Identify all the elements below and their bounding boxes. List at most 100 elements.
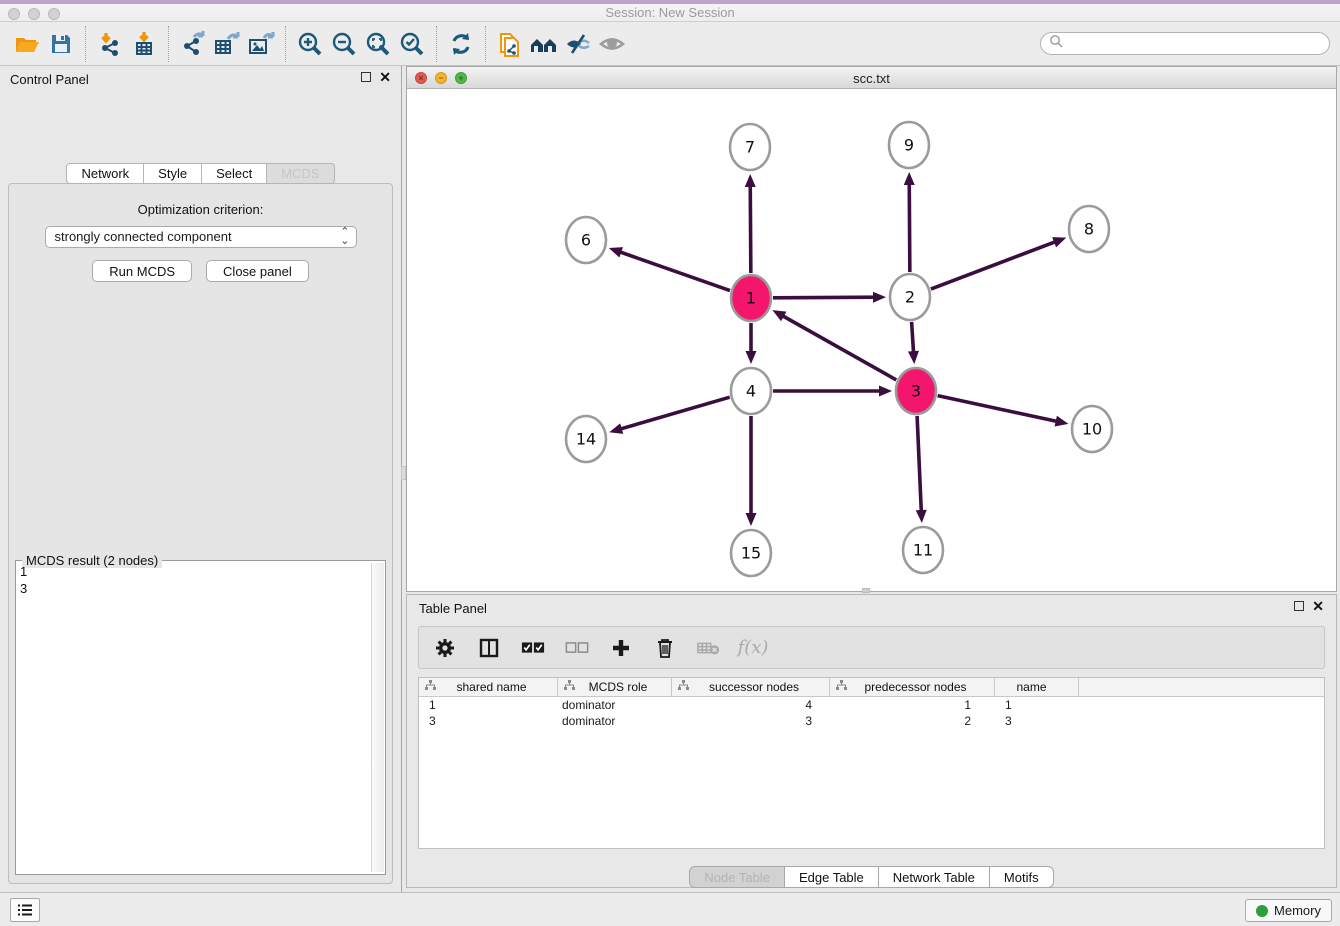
network-view-titlebar[interactable]: × − + scc.txt	[407, 67, 1336, 89]
edge-arrowhead	[879, 386, 892, 397]
horizontal-splitter-handle[interactable]	[862, 588, 870, 593]
tab-network[interactable]: Network	[66, 163, 144, 184]
zoom-out-icon[interactable]	[327, 27, 361, 61]
delete-table-icon[interactable]	[697, 636, 721, 660]
edge-3-11[interactable]	[917, 416, 921, 513]
search-input[interactable]	[1067, 36, 1321, 51]
clone-network-icon[interactable]	[493, 27, 527, 61]
edge-3-1[interactable]	[781, 315, 896, 380]
export-image-icon[interactable]	[244, 27, 278, 61]
edge-3-10[interactable]	[938, 396, 1059, 422]
select-all-icon[interactable]	[521, 636, 545, 660]
edge-arrowhead	[873, 292, 886, 303]
tab-motifs[interactable]: Motifs	[990, 866, 1054, 888]
edge-1-6[interactable]	[618, 251, 730, 290]
function-builder-icon[interactable]: f(x)	[741, 636, 765, 660]
float-panel-icon[interactable]	[361, 72, 371, 82]
graph-node-label: 3	[911, 382, 921, 401]
export-table-icon[interactable]	[210, 27, 244, 61]
graph-node-label: 14	[576, 430, 596, 449]
edge-2-3[interactable]	[912, 322, 914, 354]
graph-node-label: 2	[905, 288, 915, 307]
mcds-result-group: MCDS result (2 nodes) 1 3	[15, 560, 386, 875]
save-session-icon[interactable]	[44, 27, 78, 61]
hierarchy-icon	[564, 680, 575, 694]
hierarchy-icon	[678, 680, 689, 694]
first-neighbors-icon[interactable]	[527, 27, 561, 61]
column-header-shared-name[interactable]: shared name	[419, 678, 558, 696]
edge-1-7[interactable]	[750, 184, 751, 273]
selected-criterion: strongly connected component	[55, 229, 232, 244]
table-row[interactable]: 1dominator411	[419, 697, 1324, 713]
window-title: Session: New Session	[0, 5, 1340, 20]
node-table-header: shared name MCDS rolesuccessor nodes prede…	[419, 678, 1324, 697]
toolbar-search[interactable]	[1040, 32, 1330, 55]
edge-2-8[interactable]	[931, 241, 1057, 289]
refresh-icon[interactable]	[444, 27, 478, 61]
edge-4-14[interactable]	[619, 397, 730, 429]
tab-select[interactable]: Select	[202, 163, 267, 184]
main-toolbar	[0, 22, 1340, 66]
node-table[interactable]: shared name MCDS rolesuccessor nodes prede…	[418, 677, 1325, 849]
column-layout-icon[interactable]	[477, 636, 501, 660]
memory-button[interactable]: Memory	[1245, 899, 1332, 922]
tab-edge-table[interactable]: Edge Table	[785, 866, 879, 888]
add-column-icon[interactable]	[609, 636, 633, 660]
close-panel-button[interactable]: Close panel	[206, 260, 309, 282]
edge-arrowhead	[908, 351, 919, 364]
zoom-fit-icon[interactable]	[361, 27, 395, 61]
table-cell: 4	[672, 698, 830, 712]
graph-node-label: 6	[581, 231, 591, 250]
delete-column-icon[interactable]	[653, 636, 677, 660]
graph-node-label: 7	[745, 138, 755, 157]
network-canvas[interactable]: 1234678910111415	[407, 89, 1336, 591]
column-header-label: MCDS role	[575, 680, 671, 694]
column-header-MCDS-role[interactable]: MCDS role	[558, 678, 672, 696]
tab-style[interactable]: Style	[144, 163, 202, 184]
list-icon	[17, 903, 33, 917]
table-row[interactable]: 3dominator323	[419, 713, 1324, 729]
column-header-label: predecessor nodes	[847, 680, 994, 694]
tab-node-table[interactable]: Node Table	[689, 866, 785, 888]
tab-mcds[interactable]: MCDS	[267, 163, 334, 184]
import-network-icon[interactable]	[93, 27, 127, 61]
network-view-window: × − + scc.txt 1234678910111415	[406, 66, 1337, 592]
optimization-criterion-select[interactable]: strongly connected component ⌃⌄	[45, 226, 357, 248]
column-header-predecessor-nodes[interactable]: predecessor nodes	[830, 678, 995, 696]
close-panel-icon[interactable]: ✕	[379, 72, 391, 82]
edge-2-9[interactable]	[909, 182, 910, 272]
column-header-name[interactable]: name	[995, 678, 1079, 696]
table-cell: 2	[830, 714, 995, 728]
close-table-panel-icon[interactable]: ✕	[1312, 601, 1324, 611]
open-session-icon[interactable]	[10, 27, 44, 61]
status-bar: Memory	[0, 892, 1340, 926]
graph-node-label: 15	[741, 544, 761, 563]
table-toolbar: f(x)	[418, 626, 1325, 669]
float-table-panel-icon[interactable]	[1294, 601, 1304, 611]
edge-arrowhead	[746, 351, 757, 364]
deselect-all-icon[interactable]	[565, 636, 589, 660]
toolbar-divider	[285, 26, 286, 62]
table-cell: 1	[419, 698, 558, 712]
mcds-result-text[interactable]: 1 3	[20, 563, 370, 872]
column-header-label: shared name	[436, 680, 557, 694]
hide-selected-icon[interactable]	[561, 27, 595, 61]
task-history-button[interactable]	[10, 898, 40, 922]
column-header-filler	[1079, 678, 1324, 696]
run-mcds-button[interactable]: Run MCDS	[92, 260, 192, 282]
zoom-in-icon[interactable]	[293, 27, 327, 61]
edge-1-2[interactable]	[773, 297, 876, 298]
table-panel-tabs: Node Table Edge Table Network Table Moti…	[407, 866, 1336, 888]
import-table-icon[interactable]	[127, 27, 161, 61]
edge-arrowhead	[609, 423, 623, 434]
result-scrollbar[interactable]	[371, 563, 384, 872]
column-header-successor-nodes[interactable]: successor nodes	[672, 678, 830, 696]
export-network-icon[interactable]	[176, 27, 210, 61]
tab-network-table[interactable]: Network Table	[879, 866, 990, 888]
zoom-selected-icon[interactable]	[395, 27, 429, 61]
show-all-icon[interactable]	[595, 27, 629, 61]
edge-arrowhead	[1055, 416, 1069, 427]
toolbar-divider	[168, 26, 169, 62]
toolbar-divider	[436, 26, 437, 62]
gear-icon[interactable]	[433, 636, 457, 660]
